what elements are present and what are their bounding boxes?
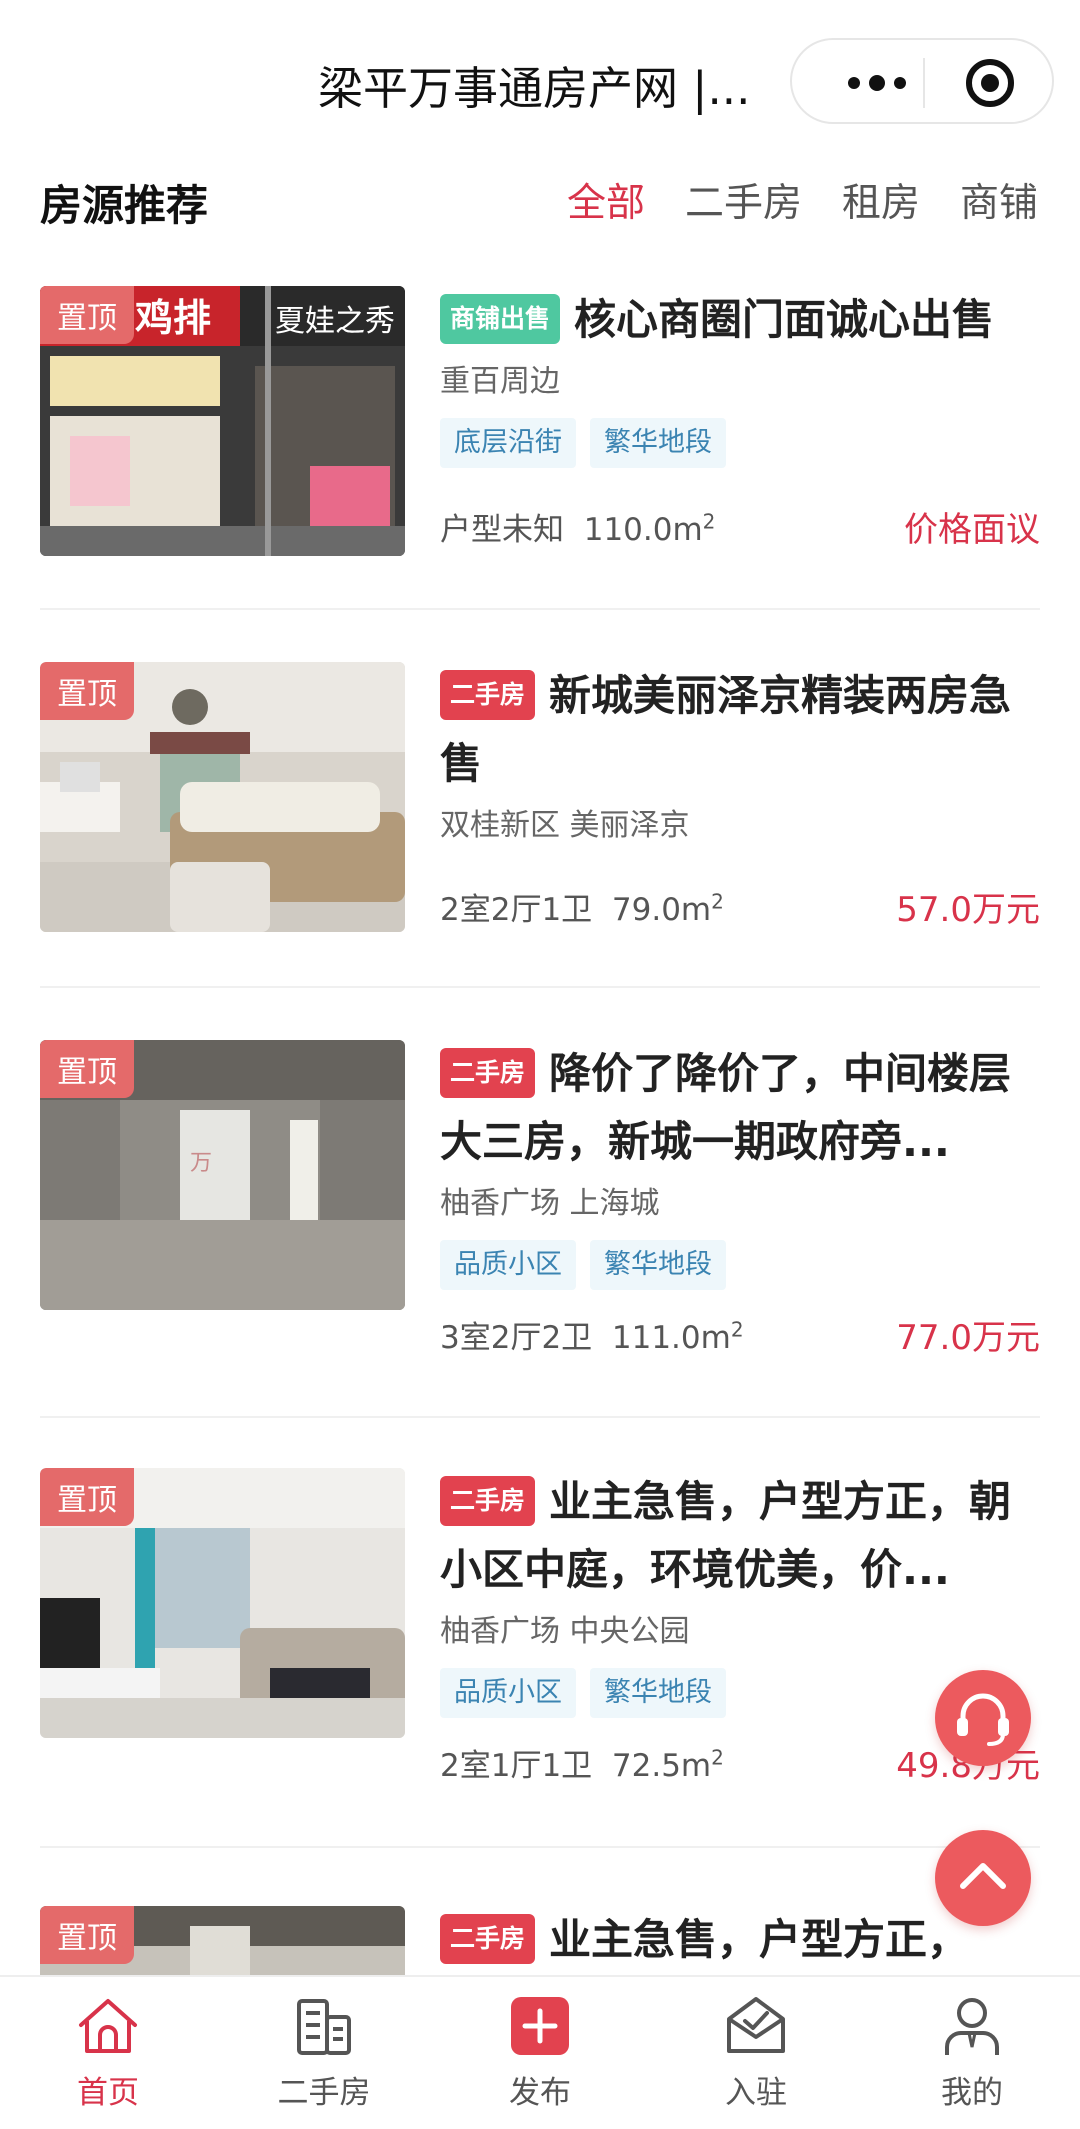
home-icon bbox=[79, 1999, 137, 2053]
listing-location: 柚香广场 上海城 bbox=[440, 1186, 660, 1221]
listing-info: 商铺出售 核心商圈门面诚心出售 重百周边 底层沿街 繁华地段 bbox=[440, 286, 1040, 468]
plus-icon bbox=[511, 1997, 569, 2055]
listing-price: 57.0万元 bbox=[896, 890, 1040, 930]
pinned-badge: 置顶 bbox=[40, 1468, 134, 1526]
listing-card[interactable]: 置顶 二手房 新城美丽泽京精装两房急售 双桂新区 美丽泽京 2室2厅1卫 79.0… bbox=[40, 662, 1040, 934]
feature-tag: 底层沿街 bbox=[440, 418, 576, 468]
listing-title[interactable]: 二手房 业主急售，户型方正，朝小区中庭，环境优美，价... bbox=[440, 1468, 1040, 1604]
listing-card[interactable]: 置顶 二手房 业主急售，户型方正， bbox=[40, 1906, 1040, 1976]
listing-info: 二手房 新城美丽泽京精装两房急售 双桂新区 美丽泽京 bbox=[440, 662, 1040, 848]
type-badge: 二手房 bbox=[440, 670, 536, 720]
feature-tag: 繁华地段 bbox=[590, 1668, 726, 1718]
tab-label: 发布 bbox=[509, 2075, 571, 2111]
listing-spec: 3室2厅2卫 111.0m2 bbox=[440, 1317, 744, 1356]
bottom-tab-bar: 首页 二手房 发布 入驻 我的 bbox=[0, 1975, 1080, 2129]
type-badge: 二手房 bbox=[440, 1476, 536, 1526]
listing-photo-living-room: 置顶 bbox=[40, 662, 405, 932]
close-target-icon[interactable] bbox=[966, 59, 1014, 107]
svg-text:夏娃之秀: 夏娃之秀 bbox=[275, 304, 395, 339]
type-badge: 二手房 bbox=[440, 1048, 536, 1098]
listing-location: 柚香广场 中央公园 bbox=[440, 1614, 690, 1649]
tab-label: 我的 bbox=[941, 2075, 1003, 2111]
tab-home[interactable]: 首页 bbox=[0, 1977, 216, 2129]
svg-text:万: 万 bbox=[190, 1151, 212, 1176]
capsule-divider bbox=[923, 58, 925, 108]
listing-price: 77.0万元 bbox=[896, 1318, 1040, 1358]
listing-info: 二手房 降价了降价了，中间楼层大三房，新城一期政府旁... 柚香广场 上海城 品质… bbox=[440, 1040, 1040, 1290]
back-to-top-button[interactable] bbox=[935, 1830, 1031, 1926]
mini-program-capsule bbox=[790, 38, 1054, 124]
svg-text:鸡排: 鸡排 bbox=[134, 296, 211, 340]
headset-icon bbox=[957, 1693, 1009, 1746]
pinned-badge: 置顶 bbox=[40, 286, 134, 344]
listing-photo-bright-living-room: 置顶 bbox=[40, 1468, 405, 1738]
top-bar: 梁平万事通房产网 |... bbox=[0, 0, 1080, 160]
customer-service-button[interactable] bbox=[935, 1670, 1031, 1766]
listing-title[interactable]: 商铺出售 核心商圈门面诚心出售 bbox=[440, 286, 1040, 354]
tab-join[interactable]: 入驻 bbox=[648, 1977, 864, 2129]
inbox-check-icon bbox=[727, 1997, 785, 2053]
listing-location: 重百周边 bbox=[440, 364, 560, 399]
listing-spec: 户型未知 110.0m2 bbox=[440, 509, 716, 548]
pinned-badge: 置顶 bbox=[40, 1040, 134, 1098]
listing-photo-partial: 置顶 bbox=[40, 1906, 405, 1976]
listing-title[interactable]: 二手房 降价了降价了，中间楼层大三房，新城一期政府旁... bbox=[440, 1040, 1040, 1176]
divider bbox=[40, 1416, 1040, 1418]
listing-location: 双桂新区 美丽泽京 bbox=[440, 808, 690, 843]
tab-label: 首页 bbox=[77, 2075, 139, 2111]
listing-card[interactable]: 万 置顶 二手房 降价了降价了，中间楼层大三房，新城一期政府旁... 柚香广场 上… bbox=[40, 1040, 1040, 1358]
listing-photo-storefront: 鸡排 夏娃之秀 置顶 bbox=[40, 286, 405, 556]
listing-price: 价格面议 bbox=[904, 510, 1040, 550]
more-options-icon[interactable] bbox=[832, 40, 922, 126]
divider bbox=[40, 986, 1040, 988]
app-title: 梁平万事通房产网 |... bbox=[318, 62, 751, 115]
tab-publish[interactable]: 发布 bbox=[432, 1977, 648, 2129]
building-icon bbox=[297, 1999, 351, 2055]
feature-tag: 繁华地段 bbox=[590, 1240, 726, 1290]
tab-label: 二手房 bbox=[277, 2075, 371, 2111]
pinned-badge: 置顶 bbox=[40, 662, 134, 720]
listing-tags: 品质小区 繁华地段 bbox=[440, 1240, 1040, 1290]
tab-label: 入驻 bbox=[725, 2075, 787, 2111]
pinned-badge: 置顶 bbox=[40, 1906, 134, 1964]
listing-photo-unfinished-room: 万 置顶 bbox=[40, 1040, 405, 1310]
feature-tag: 品质小区 bbox=[440, 1668, 576, 1718]
listing-tags: 底层沿街 繁华地段 bbox=[440, 418, 1040, 468]
listing-title[interactable]: 二手房 新城美丽泽京精装两房急售 bbox=[440, 662, 1040, 798]
filter-tab-rent[interactable]: 租房 bbox=[842, 172, 920, 228]
listing-spec: 2室1厅1卫 72.5m2 bbox=[440, 1745, 724, 1784]
filter-tabs: 全部 二手房 租房 商铺 bbox=[567, 172, 1038, 228]
type-badge: 二手房 bbox=[440, 1914, 536, 1964]
tab-profile[interactable]: 我的 bbox=[864, 1977, 1080, 2129]
tab-secondhand[interactable]: 二手房 bbox=[216, 1977, 432, 2129]
divider bbox=[40, 608, 1040, 610]
section-title: 房源推荐 bbox=[40, 181, 209, 230]
listing-title-text: 核心商圈门面诚心出售 bbox=[574, 295, 995, 344]
listing-card[interactable]: 置顶 二手房 业主急售，户型方正，朝小区中庭，环境优美，价... 柚香广场 中央公… bbox=[40, 1468, 1040, 1786]
filter-tab-secondhand[interactable]: 二手房 bbox=[685, 172, 802, 228]
listing-card[interactable]: 鸡排 夏娃之秀 置顶 商铺出售 核心商圈门面诚心出售 重百周边 底层沿街 繁华地段… bbox=[40, 286, 1040, 558]
filter-tab-shop[interactable]: 商铺 bbox=[960, 172, 1038, 228]
listing-spec: 2室2厅1卫 79.0m2 bbox=[440, 889, 724, 928]
feature-tag: 品质小区 bbox=[440, 1240, 576, 1290]
divider bbox=[40, 1846, 1040, 1848]
chevron-up-icon bbox=[960, 1863, 1006, 1889]
type-badge: 商铺出售 bbox=[440, 294, 561, 344]
filter-tab-all[interactable]: 全部 bbox=[567, 172, 645, 228]
feature-tag: 繁华地段 bbox=[590, 418, 726, 468]
listing-title-text: 业主急售，户型方正， bbox=[549, 1915, 970, 1964]
user-icon bbox=[945, 1998, 999, 2055]
